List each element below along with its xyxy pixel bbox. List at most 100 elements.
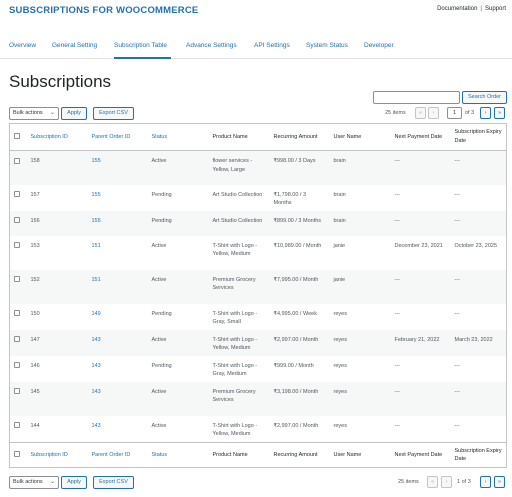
tab-api-settings[interactable]: API Settings	[254, 42, 290, 49]
cell-user-name: brain	[333, 217, 346, 224]
cell-recurring-amount-cell: ₹999.00 / Month	[270, 356, 330, 382]
first-page-button-bottom[interactable]: «	[427, 476, 438, 488]
tab-system-status[interactable]: System Status	[306, 42, 348, 49]
cell-next-payment-date-cell: ---	[391, 382, 451, 416]
cell-subscription-id: 157	[30, 191, 40, 198]
cell-recurring-amount: ₹999.00 / Month	[273, 362, 314, 369]
last-page-button-top[interactable]: »	[494, 107, 505, 119]
cell-recurring-amount: ₹1,798.00 / 3 Months	[273, 191, 307, 207]
export-csv-button-bottom[interactable]: Export CSV	[93, 476, 134, 489]
next-page-button-bottom[interactable]: ›	[480, 476, 491, 488]
bulk-actions-select-top[interactable]: Bulk actions ⌄	[9, 107, 59, 120]
cell-parent-order-cell: 143	[88, 416, 148, 443]
col-product-name: Product Name	[208, 123, 270, 151]
cell-parent-order-link[interactable]: 155	[92, 218, 101, 224]
cell-parent-order-link[interactable]: 143	[92, 363, 101, 369]
first-page-button-top[interactable]: «	[415, 107, 426, 119]
tab-developer[interactable]: Developer	[364, 42, 394, 49]
cell-subscription-id: 146	[30, 362, 40, 369]
row-checkbox[interactable]	[14, 242, 20, 249]
row-checkbox[interactable]	[14, 276, 20, 283]
cell-next-payment-date-cell: ---	[391, 270, 451, 304]
cell-next-payment-date: ---	[394, 310, 401, 317]
page-number-input[interactable]	[447, 107, 462, 119]
cell-parent-order-link[interactable]: 151	[92, 277, 101, 283]
col-parent-order-id[interactable]: Parent Order ID	[87, 123, 148, 151]
cell-user-name-cell: janie	[330, 236, 391, 270]
documentation-link[interactable]: Documentation	[437, 6, 477, 12]
row-checkbox-cell	[10, 416, 27, 443]
cell-recurring-amount-cell: ₹998.00 / 3 Days	[270, 151, 330, 185]
export-csv-button-top[interactable]: Export CSV	[93, 107, 134, 120]
cell-user-name-cell: janie	[330, 270, 391, 304]
row-checkbox-cell	[10, 185, 27, 211]
row-checkbox[interactable]	[14, 422, 20, 429]
cell-status-cell: Active	[148, 382, 209, 416]
row-checkbox[interactable]	[14, 388, 20, 395]
table-row: 153 151 Active T-Shirt with Logo - Yellow, …	[10, 236, 507, 270]
cell-next-payment-date: ---	[394, 362, 401, 369]
row-checkbox-cell	[10, 270, 27, 304]
apply-button-bottom[interactable]: Apply	[61, 476, 87, 489]
col-user-name-footer: User Name	[329, 442, 391, 468]
col-subscription-id[interactable]: Subscription ID	[26, 123, 88, 151]
cell-recurring-amount: ₹10,989.00 / Month	[273, 242, 322, 249]
cell-expiry-date-cell: ---	[451, 151, 507, 185]
cell-parent-order-link[interactable]: 155	[92, 192, 101, 198]
row-checkbox[interactable]	[14, 310, 20, 317]
cell-expiry-date: ---	[454, 191, 461, 198]
last-page-button-bottom[interactable]: »	[494, 476, 505, 488]
cell-product-name-cell: T-Shirt with Logo - Gray, Small	[209, 304, 270, 330]
cell-expiry-date: October 23, 2025	[454, 242, 498, 249]
top-links: Documentation | Support	[437, 6, 506, 12]
cell-parent-order-link[interactable]: 151	[92, 243, 101, 249]
prev-page-button-top[interactable]: ‹	[428, 107, 439, 119]
cell-subscription-id: 144	[30, 422, 40, 429]
cell-parent-order-link[interactable]: 143	[92, 423, 101, 429]
search-order-button[interactable]: Search Order	[462, 91, 507, 104]
tab-general-setting[interactable]: General Setting	[52, 42, 97, 49]
cell-status: Active	[151, 422, 167, 429]
search-input[interactable]	[373, 91, 460, 104]
cell-parent-order-link[interactable]: 143	[92, 337, 101, 343]
cell-recurring-amount: ₹4,995.00 / Week	[273, 310, 317, 317]
row-checkbox[interactable]	[14, 217, 20, 224]
cell-status: Pending	[151, 217, 172, 224]
cell-product-name: T-Shirt with Logo - Yellow, Medium	[212, 422, 258, 438]
col-parent-order-id-footer[interactable]: Parent Order ID	[87, 442, 148, 468]
row-checkbox[interactable]	[14, 362, 20, 369]
table-row: 158 155 Active flower services - Yellow, La…	[9, 150, 507, 185]
row-checkbox[interactable]	[14, 336, 20, 343]
cell-status-cell: Pending	[148, 185, 209, 211]
cell-status: Pending	[151, 191, 172, 198]
col-subscription-id-footer[interactable]: Subscription ID	[26, 442, 88, 468]
table-row: 147 143 Active T-Shirt with Logo - Yellow, …	[9, 329, 507, 356]
bulk-actions-select-bottom[interactable]: Bulk actions ⌄	[9, 476, 59, 489]
prev-page-button-bottom[interactable]: ‹	[441, 476, 452, 488]
select-all-checkbox[interactable]	[14, 133, 20, 140]
tab-subscription-table[interactable]: Subscription Table	[114, 42, 167, 49]
cell-parent-order-link[interactable]: 149	[92, 311, 101, 317]
row-checkbox[interactable]	[14, 157, 20, 164]
tab-overview[interactable]: Overview	[9, 42, 36, 49]
support-link[interactable]: Support	[485, 6, 506, 12]
col-status[interactable]: Status	[147, 123, 209, 151]
table-row: 144 143 Active T-Shirt with Logo - Yellow, …	[10, 416, 507, 443]
col-status-footer[interactable]: Status	[147, 442, 209, 468]
cell-parent-order-cell: 151	[88, 270, 148, 304]
cell-parent-order-link[interactable]: 143	[92, 389, 101, 395]
apply-button-top[interactable]: Apply	[61, 107, 87, 120]
cell-recurring-amount-cell: ₹3,198.00 / Month	[270, 382, 330, 416]
cell-recurring-amount-cell: ₹7,995.00 / Month	[270, 270, 330, 304]
next-page-button-top[interactable]: ›	[480, 107, 491, 119]
table-row: 150 149 Pending T-Shirt with Logo - Gray, S…	[10, 304, 507, 330]
bulk-actions-label-bottom: Bulk actions	[13, 479, 43, 485]
row-checkbox-cell	[10, 304, 27, 330]
tab-advance-settings[interactable]: Advance Settings	[186, 42, 237, 49]
col-next-payment-date-footer: Next Payment Date	[390, 442, 451, 468]
cell-parent-order-link[interactable]: 155	[92, 158, 101, 164]
cell-status-cell: Active	[148, 416, 209, 443]
col-next-payment-date: Next Payment Date	[390, 123, 451, 151]
select-all-checkbox-footer[interactable]	[14, 451, 20, 458]
row-checkbox[interactable]	[14, 191, 20, 198]
